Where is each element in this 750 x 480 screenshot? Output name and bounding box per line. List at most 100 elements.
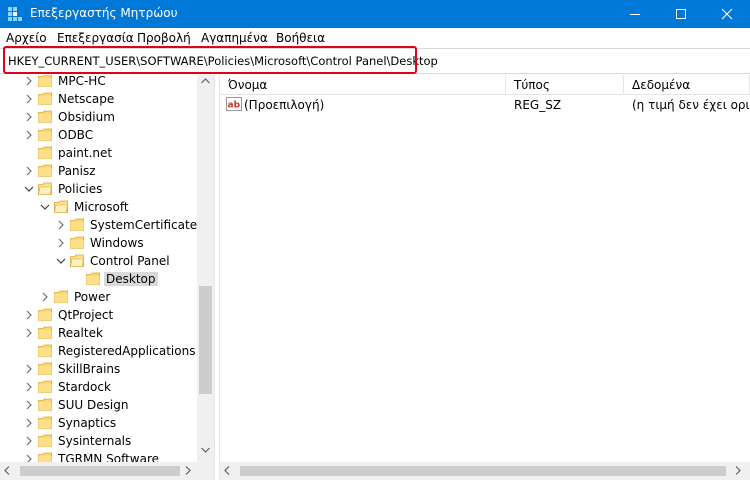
tree-item[interactable]: Windows bbox=[0, 234, 197, 252]
column-name-header[interactable]: Όνομα bbox=[220, 75, 506, 95]
tree-item-label: SUU Design bbox=[58, 398, 129, 412]
scroll-left-icon[interactable] bbox=[224, 466, 230, 475]
tree-item[interactable]: SkillBrains bbox=[0, 360, 197, 378]
tree-item[interactable]: Netscape bbox=[0, 90, 197, 108]
tree-item-label: Realtek bbox=[58, 326, 103, 340]
folder-icon bbox=[38, 434, 52, 447]
tree-vertical-scrollbar[interactable] bbox=[197, 75, 214, 464]
folder-icon bbox=[70, 254, 84, 267]
tree-item[interactable]: Control Panel bbox=[0, 252, 197, 270]
column-name-label: Όνομα bbox=[228, 78, 268, 92]
tree-hscroll-thumb[interactable] bbox=[20, 466, 180, 476]
folder-icon bbox=[86, 272, 100, 285]
address-bar[interactable]: HKEY_CURRENT_USER\SOFTWARE\Policies\Micr… bbox=[0, 48, 750, 74]
window-title: Επεξεργαστής Μητρώου bbox=[30, 6, 178, 20]
chevron-right-icon[interactable] bbox=[24, 364, 34, 374]
tree-item[interactable]: RegisteredApplications bbox=[0, 342, 197, 360]
tree-item[interactable]: ODBC bbox=[0, 126, 197, 144]
scroll-left-icon[interactable] bbox=[4, 466, 10, 475]
chevron-right-icon[interactable] bbox=[24, 130, 34, 140]
menu-view[interactable]: Προβολή bbox=[137, 31, 191, 45]
tree-item[interactable]: Desktop bbox=[0, 270, 197, 288]
tree-item[interactable]: Realtek bbox=[0, 324, 197, 342]
folder-icon bbox=[70, 218, 84, 231]
title-bar: Επεξεργαστής Μητρώου bbox=[0, 0, 750, 28]
tree-item[interactable]: paint.net bbox=[0, 144, 197, 162]
folder-icon bbox=[38, 344, 52, 357]
tree-horizontal-scrollbar[interactable] bbox=[0, 462, 214, 480]
menu-file[interactable]: Αρχείο bbox=[6, 31, 47, 45]
tree-item-label: Synaptics bbox=[58, 416, 117, 430]
chevron-right-icon[interactable] bbox=[56, 220, 66, 230]
column-type-header[interactable]: Τύπος bbox=[506, 75, 624, 95]
tree-item-label: QtProject bbox=[58, 308, 114, 322]
tree-item[interactable]: SystemCertificates bbox=[0, 216, 203, 234]
chevron-right-icon[interactable] bbox=[24, 418, 34, 428]
tree-item[interactable]: QtProject bbox=[0, 306, 197, 324]
chevron-right-icon[interactable] bbox=[24, 166, 34, 176]
chevron-right-icon[interactable] bbox=[24, 310, 34, 320]
column-data-label: Δεδομένα bbox=[632, 78, 691, 92]
scroll-right-icon[interactable] bbox=[185, 466, 191, 475]
close-button[interactable] bbox=[704, 0, 750, 28]
folder-icon bbox=[38, 398, 52, 411]
tree-item[interactable]: MPC-HC bbox=[0, 75, 197, 90]
tree-item-label: Desktop bbox=[104, 272, 158, 286]
menu-bar: Αρχείο Επεξεργασία Προβολή Αγαπημένα Βοή… bbox=[0, 28, 750, 48]
scroll-right-icon[interactable] bbox=[735, 466, 741, 475]
scroll-down-icon[interactable] bbox=[201, 447, 210, 453]
chevron-right-icon[interactable] bbox=[24, 400, 34, 410]
list-item[interactable]: (Προεπιλογή) REG_SZ (η τιμή δεν έχει ορι… bbox=[220, 96, 750, 115]
chevron-right-icon[interactable] bbox=[24, 382, 34, 392]
tree-item-label: Control Panel bbox=[90, 254, 170, 268]
address-path[interactable]: HKEY_CURRENT_USER\SOFTWARE\Policies\Micr… bbox=[8, 54, 438, 68]
chevron-right-icon[interactable] bbox=[40, 292, 50, 302]
chevron-right-icon[interactable] bbox=[24, 328, 34, 338]
tree-item[interactable]: Power bbox=[0, 288, 197, 306]
list-horizontal-scrollbar[interactable] bbox=[220, 462, 750, 480]
chevron-down-icon[interactable] bbox=[24, 184, 34, 194]
tree-item[interactable]: Stardock bbox=[0, 378, 197, 396]
folder-icon bbox=[38, 362, 52, 375]
column-type-label: Τύπος bbox=[514, 78, 550, 92]
chevron-right-icon[interactable] bbox=[24, 112, 34, 122]
chevron-right-icon[interactable] bbox=[24, 436, 34, 446]
tree-item-label: MPC-HC bbox=[58, 75, 106, 88]
value-type: REG_SZ bbox=[514, 98, 562, 112]
tree-scroll-thumb[interactable] bbox=[199, 286, 212, 394]
tree-item[interactable]: Microsoft bbox=[0, 198, 197, 216]
scroll-up-icon[interactable] bbox=[201, 78, 210, 84]
menu-help[interactable]: Βοήθεια bbox=[276, 31, 325, 45]
tree-item-label: Windows bbox=[90, 236, 144, 250]
tree-item[interactable]: SUU Design bbox=[0, 396, 197, 414]
tree-item[interactable]: Synaptics bbox=[0, 414, 197, 432]
tree-item[interactable]: Panisz bbox=[0, 162, 197, 180]
tree-item-label: Microsoft bbox=[74, 200, 129, 214]
chevron-down-icon[interactable] bbox=[56, 256, 66, 266]
tree-item[interactable]: Policies bbox=[0, 180, 197, 198]
chevron-down-icon[interactable] bbox=[40, 202, 50, 212]
folder-icon bbox=[38, 380, 52, 393]
folder-icon bbox=[38, 110, 52, 123]
tree-item-label: Obsidium bbox=[58, 110, 115, 124]
chevron-right-icon[interactable] bbox=[24, 94, 34, 104]
tree-item[interactable]: Sysinternals bbox=[0, 432, 197, 450]
folder-icon bbox=[38, 326, 52, 339]
close-icon bbox=[721, 8, 733, 20]
tree-item-label: Sysinternals bbox=[58, 434, 132, 448]
chevron-right-icon[interactable] bbox=[56, 238, 66, 248]
folder-icon bbox=[38, 128, 52, 141]
chevron-right-icon[interactable] bbox=[24, 76, 34, 86]
maximize-button[interactable] bbox=[658, 0, 704, 28]
tree-item-label: Policies bbox=[58, 182, 103, 196]
minimize-button[interactable] bbox=[612, 0, 658, 28]
tree-item[interactable]: Obsidium bbox=[0, 108, 197, 126]
menu-edit[interactable]: Επεξεργασία bbox=[57, 31, 134, 45]
list-hscroll-thumb[interactable] bbox=[240, 466, 726, 476]
folder-icon bbox=[54, 200, 68, 213]
menu-favorites[interactable]: Αγαπημένα bbox=[201, 31, 268, 45]
column-data-header[interactable]: Δεδομένα bbox=[624, 75, 750, 95]
tree-item-label: ODBC bbox=[58, 128, 94, 142]
tree-item-label: Netscape bbox=[58, 92, 115, 106]
value-name: (Προεπιλογή) bbox=[244, 98, 325, 112]
